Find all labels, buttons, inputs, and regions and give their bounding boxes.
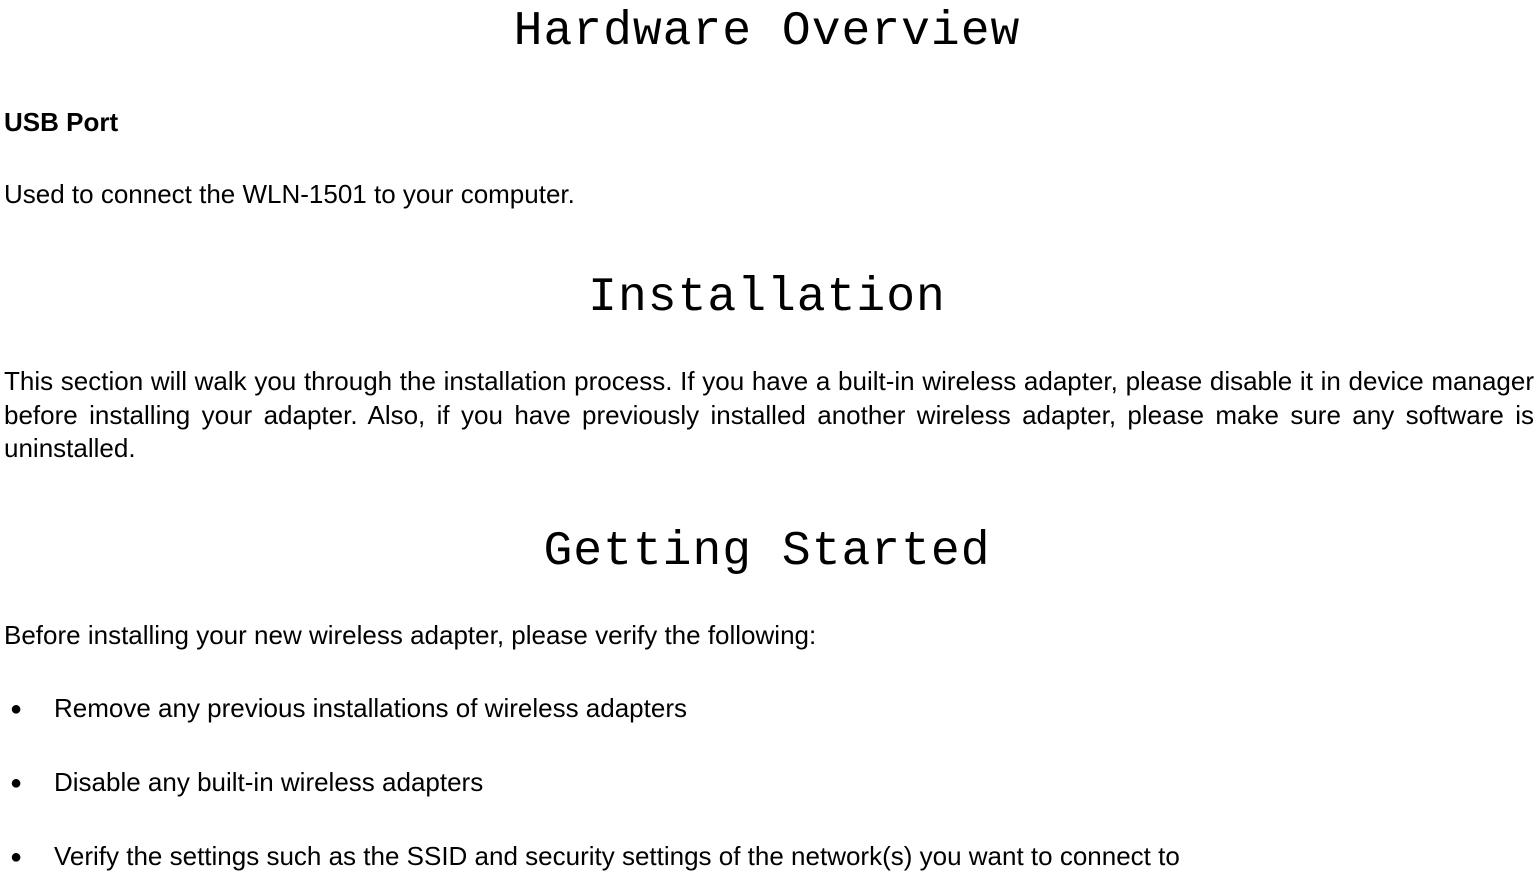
bullet-text: Disable any built-in wireless adapters (54, 766, 1534, 800)
heading-getting-started: Getting Started (0, 525, 1534, 579)
paragraph-usb-port-description: Used to connect the WLN-1501 to your com… (4, 178, 1534, 211)
bullet-list-getting-started: ● Remove any previous installations of w… (4, 692, 1534, 873)
paragraph-getting-started-intro: Before installing your new wireless adap… (4, 619, 1534, 652)
heading-installation: Installation (0, 271, 1534, 325)
paragraph-installation-text: This section will walk you through the i… (4, 365, 1534, 465)
bullet-icon: ● (4, 840, 54, 870)
list-item: ● Remove any previous installations of w… (4, 692, 1534, 726)
bullet-text: Remove any previous installations of wir… (54, 692, 1534, 726)
subheading-usb-port: USB Port (4, 107, 1534, 138)
bullet-icon: ● (4, 766, 54, 796)
heading-hardware-overview: Hardware Overview (0, 0, 1534, 59)
bullet-icon: ● (4, 692, 54, 722)
bullet-text: Verify the settings such as the SSID and… (54, 840, 1534, 874)
list-item: ● Disable any built-in wireless adapters (4, 766, 1534, 800)
list-item: ● Verify the settings such as the SSID a… (4, 840, 1534, 874)
